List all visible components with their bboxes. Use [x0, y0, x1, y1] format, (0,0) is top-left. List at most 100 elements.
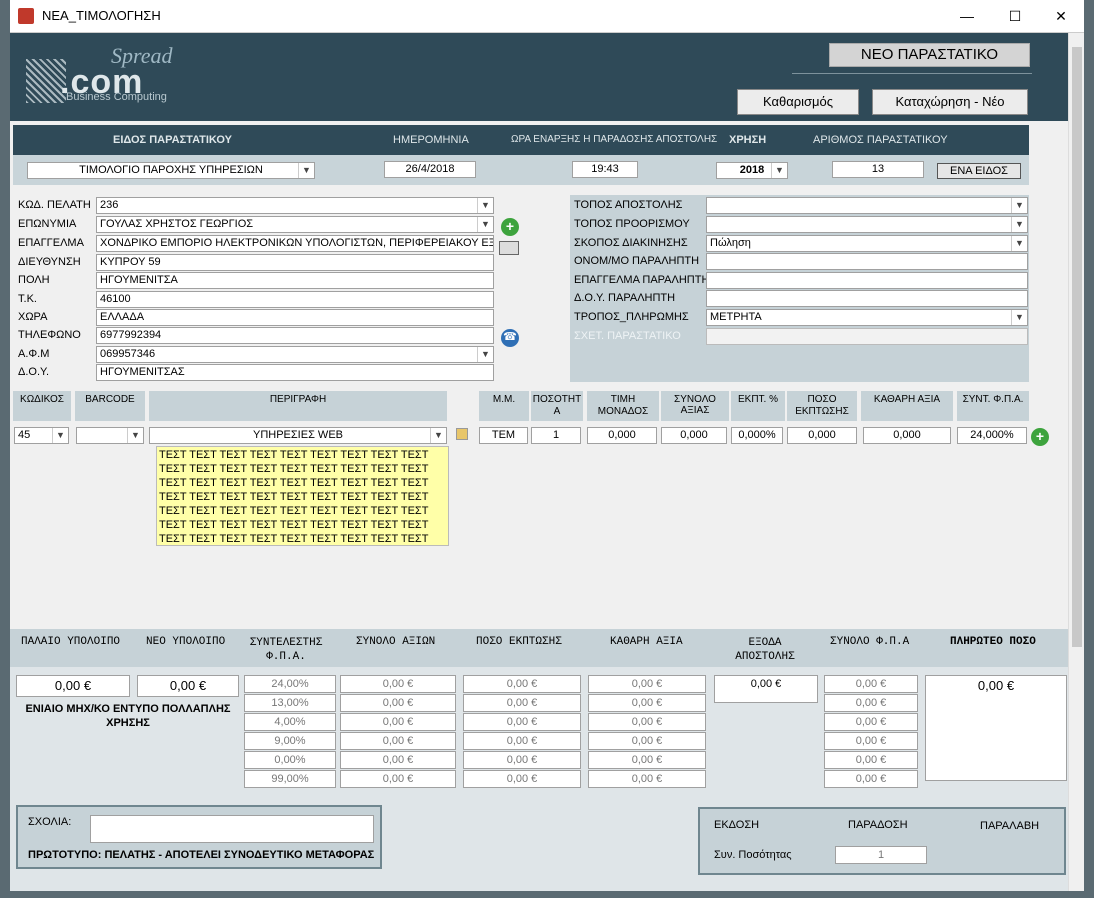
vat-total-field-0[interactable]: 0,00 € — [824, 675, 918, 693]
year-select[interactable]: 2018 ▼ — [716, 162, 788, 179]
shipping-cost-field[interactable]: 0,00 € — [714, 675, 818, 703]
net-total-field-2[interactable]: 0,00 € — [588, 713, 706, 731]
edit-icon[interactable] — [499, 241, 519, 255]
folder-icon[interactable] — [456, 428, 468, 440]
vat-rate-field-4[interactable]: 0,00% — [244, 751, 336, 769]
net-total-field-1[interactable]: 0,00 € — [588, 694, 706, 712]
vat-total-field-2[interactable]: 0,00 € — [824, 713, 918, 731]
qty-sum-field[interactable]: 1 — [835, 846, 927, 864]
add-customer-icon[interactable]: + — [501, 218, 519, 236]
time-field[interactable]: 19:43 — [572, 161, 638, 178]
add-line-icon[interactable]: + — [1031, 428, 1049, 446]
discount-total-field-0[interactable]: 0,00 € — [463, 675, 581, 693]
chevron-down-icon[interactable]: ▼ — [1011, 310, 1027, 325]
discount-total-field-1[interactable]: 0,00 € — [463, 694, 581, 712]
line-vat-rate-field[interactable]: 24,000% — [957, 427, 1027, 444]
chevron-down-icon[interactable]: ▼ — [477, 198, 493, 213]
chevron-down-icon[interactable]: ▼ — [1011, 217, 1027, 232]
vat-total-field-1[interactable]: 0,00 € — [824, 694, 918, 712]
new-document-button[interactable]: ΝΕΟ ΠΑΡΑΣΤΑΤΙΚΟ — [829, 43, 1030, 67]
chevron-down-icon[interactable]: ▼ — [771, 163, 787, 178]
line-total-field[interactable]: 0,000 — [661, 427, 727, 444]
purpose-select[interactable]: Πώληση ▼ — [706, 235, 1028, 252]
col-discount-pct: ΕΚΠΤ. % — [731, 391, 785, 421]
country-field[interactable]: ΕΛΛΑΔΑ — [96, 309, 494, 326]
values-total-field-1[interactable]: 0,00 € — [340, 694, 456, 712]
line-unit-field[interactable]: TEM — [479, 427, 528, 444]
values-total-field-0[interactable]: 0,00 € — [340, 675, 456, 693]
clear-button[interactable]: Καθαρισμός — [737, 89, 859, 115]
values-total-field-4[interactable]: 0,00 € — [340, 751, 456, 769]
doc-number-field[interactable]: 13 — [832, 161, 924, 178]
chevron-down-icon[interactable]: ▼ — [298, 163, 314, 178]
vat-select[interactable]: 069957346 ▼ — [96, 346, 494, 363]
line-notes-textarea[interactable]: ΤΕΣΤ ΤΕΣΤ ΤΕΣΤ ΤΕΣΤ ΤΕΣΤ ΤΕΣΤ ΤΕΣΤ ΤΕΣΤ … — [156, 446, 449, 546]
line-discount-field[interactable]: 0,000 — [787, 427, 857, 444]
chevron-down-icon[interactable]: ▼ — [430, 428, 446, 443]
vat-rate-field-2[interactable]: 4,00% — [244, 713, 336, 731]
vertical-scrollbar[interactable] — [1068, 33, 1084, 891]
discount-total-field-3[interactable]: 0,00 € — [463, 732, 581, 750]
new-balance-field[interactable]: 0,00 € — [137, 675, 239, 697]
receiver-job-field[interactable] — [706, 272, 1028, 289]
net-total-field-0[interactable]: 0,00 € — [588, 675, 706, 693]
ship-to-select[interactable]: ▼ — [706, 216, 1028, 233]
doc-type-select[interactable]: ΤΙΜΟΛΟΓΙΟ ΠΑΡΟΧΗΣ ΥΠΗΡΕΣΙΩΝ ▼ — [27, 162, 315, 179]
vat-rate-field-0[interactable]: 24,00% — [244, 675, 336, 693]
values-total-field-2[interactable]: 0,00 € — [340, 713, 456, 731]
ship-from-select[interactable]: ▼ — [706, 197, 1028, 214]
vat-rate-field-1[interactable]: 13,00% — [244, 694, 336, 712]
line-barcode-select[interactable]: ▼ — [76, 427, 144, 444]
receiver-name-field[interactable] — [706, 253, 1028, 270]
vat-total-field-4[interactable]: 0,00 € — [824, 751, 918, 769]
line-net-field[interactable]: 0,000 — [863, 427, 951, 444]
save-new-button[interactable]: Καταχώρηση - Νέο — [872, 89, 1028, 115]
vat-rate-field-5[interactable]: 99,00% — [244, 770, 336, 788]
phone-field[interactable]: 6977992394 — [96, 327, 494, 344]
line-qty-field[interactable]: 1 — [531, 427, 581, 444]
line-code-select[interactable]: 45 ▼ — [14, 427, 69, 444]
close-button[interactable]: ✕ — [1038, 0, 1084, 32]
vat-total-field-3[interactable]: 0,00 € — [824, 732, 918, 750]
net-total-field-5[interactable]: 0,00 € — [588, 770, 706, 788]
doc-number-label: ΑΡΙΘΜΟΣ ΠΑΡΑΣΤΑΤΙΚΟΥ — [813, 134, 948, 146]
maximize-button[interactable]: ☐ — [992, 0, 1038, 32]
city-field[interactable]: ΗΓΟΥΜΕΝΙΤΣΑ — [96, 272, 494, 289]
vat-total-field-5[interactable]: 0,00 € — [824, 770, 918, 788]
minimize-button[interactable]: — — [944, 0, 990, 32]
customer-code-select[interactable]: 236 ▼ — [96, 197, 494, 214]
comments-field[interactable] — [90, 815, 374, 843]
tax-office-field[interactable]: ΗΓΟΥΜΕΝΙΤΣΑΣ — [96, 364, 494, 381]
zip-field[interactable]: 46100 — [96, 291, 494, 308]
customer-name-select[interactable]: ΓΟΥΛΑΣ ΧΡΗΣΤΟΣ ΓΕΩΡΓΙΟΣ ▼ — [96, 216, 494, 233]
payable-field[interactable]: 0,00 € — [925, 675, 1067, 781]
values-total-field-5[interactable]: 0,00 € — [340, 770, 456, 788]
customer-job-field[interactable]: ΧΟΝΔΡΙΚΟ ΕΜΠΟΡΙΟ ΗΛΕΚΤΡΟΝΙΚΩΝ ΥΠΟΛΟΓΙΣΤΩ… — [96, 235, 494, 252]
payment-select[interactable]: ΜΕΤΡΗΤΑ ▼ — [706, 309, 1028, 326]
old-balance-field[interactable]: 0,00 € — [16, 675, 130, 697]
address-field[interactable]: ΚΥΠΡΟΥ 59 — [96, 254, 494, 271]
vat-rate-field-3[interactable]: 9,00% — [244, 732, 336, 750]
discount-total-field-4[interactable]: 0,00 € — [463, 751, 581, 769]
chevron-down-icon[interactable]: ▼ — [477, 217, 493, 232]
related-doc-field[interactable] — [706, 328, 1028, 345]
chevron-down-icon[interactable]: ▼ — [477, 347, 493, 362]
chevron-down-icon[interactable]: ▼ — [1011, 198, 1027, 213]
chevron-down-icon[interactable]: ▼ — [1011, 236, 1027, 251]
net-total-field-3[interactable]: 0,00 € — [588, 732, 706, 750]
chevron-down-icon[interactable]: ▼ — [52, 428, 68, 443]
date-field[interactable]: 26/4/2018 — [384, 161, 476, 178]
line-description-select[interactable]: ΥΠΗΡΕΣΙΕΣ WEB ▼ — [149, 427, 447, 444]
chevron-down-icon[interactable]: ▼ — [127, 428, 143, 443]
discount-total-field-5[interactable]: 0,00 € — [463, 770, 581, 788]
net-total-field-4[interactable]: 0,00 € — [588, 751, 706, 769]
phone-call-icon[interactable]: ☎ — [501, 329, 519, 347]
receiver-tax-field[interactable] — [706, 290, 1028, 307]
related-doc-label: ΣΧΕΤ. ΠΑΡΑΣΤΑΤΙΚΟ — [574, 330, 681, 342]
values-total-field-3[interactable]: 0,00 € — [340, 732, 456, 750]
line-discount-pct-field[interactable]: 0,000% — [731, 427, 783, 444]
scrollbar-thumb[interactable] — [1072, 47, 1082, 647]
line-price-field[interactable]: 0,000 — [587, 427, 657, 444]
discount-total-field-2[interactable]: 0,00 € — [463, 713, 581, 731]
one-item-button[interactable]: ΕΝΑ ΕΙΔΟΣ — [937, 163, 1021, 179]
